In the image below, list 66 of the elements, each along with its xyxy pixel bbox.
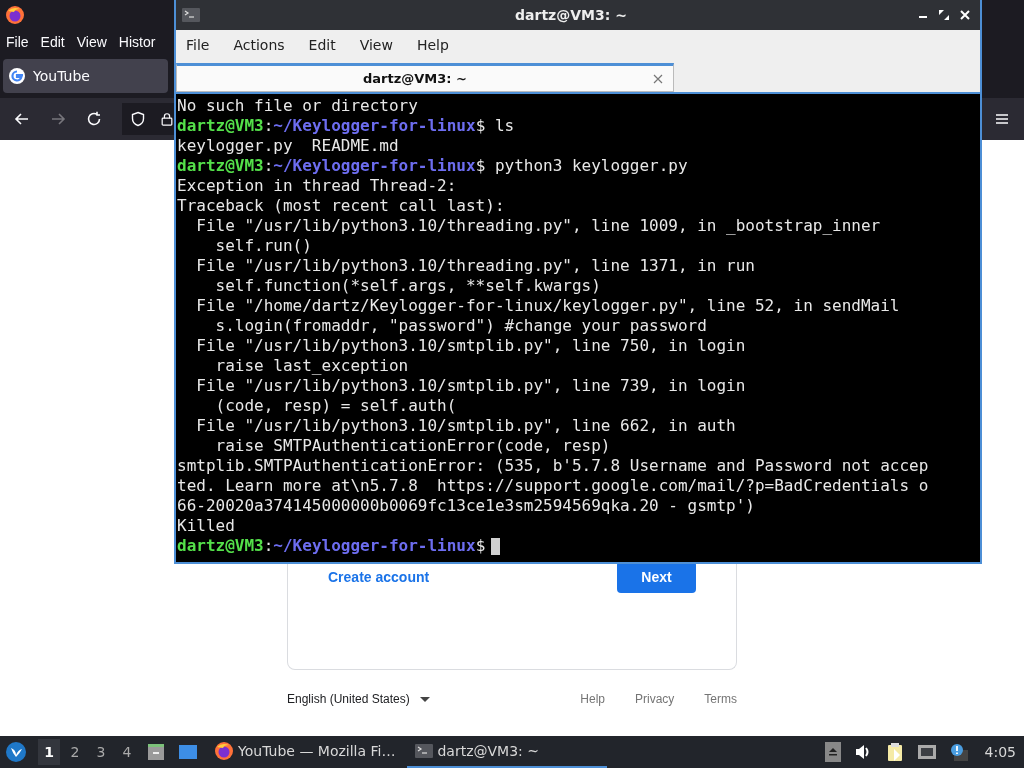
firefox-icon [214, 741, 234, 761]
menu-item[interactable]: Help [416, 37, 449, 53]
notification-icon[interactable] [948, 742, 969, 762]
forward-icon[interactable] [50, 111, 66, 127]
lock-icon [160, 111, 174, 127]
terminal-line: No such file or directory [177, 96, 418, 116]
terminal-prompt: dartz@VM3:~/Keylogger-for-linux$ [177, 536, 486, 556]
footer-link[interactable]: Terms [704, 692, 737, 706]
terminal-line: File "/usr/lib/python3.10/smtplib.py", line 739, in login [195, 376, 746, 396]
terminal-line: raise SMTPAuthenticationError(code, resp) [214, 436, 611, 456]
terminal-line: keylogger.py README.md [177, 136, 399, 156]
clock: 4:05 [984, 744, 1016, 760]
menu-item[interactable]: View [76, 34, 107, 50]
language-dropdown[interactable]: English (United States) [287, 692, 430, 706]
terminal-line: File "/usr/lib/python3.10/smtplib.py", line 662, in auth [195, 416, 736, 436]
terminal-line: Traceback (most recent call last): [177, 196, 505, 216]
workspace-button[interactable]: 2 [64, 739, 86, 765]
file-cabinet-icon[interactable] [146, 742, 166, 762]
terminal-tab[interactable]: dartz@VM3: ~ [176, 63, 674, 92]
menu-item[interactable]: Edit [308, 37, 336, 53]
terminal-line: Exception in thread Thread-2: [177, 176, 457, 196]
terminal-line: self.function(*self.args, **self.kwargs) [214, 276, 601, 296]
menu-icon[interactable] [994, 111, 1010, 127]
workspace-button[interactable]: 4 [116, 739, 138, 765]
shield-icon[interactable] [130, 111, 146, 127]
terminal-line: (code, resp) = self.auth( [214, 396, 457, 416]
menu-item[interactable]: Histor [118, 34, 156, 50]
workspace-button[interactable]: 1 [38, 739, 60, 765]
terminal-prompt: dartz@VM3:~/Keylogger-for-linux$ python3 keylogger.py [177, 156, 688, 176]
menu-item[interactable]: File [6, 34, 29, 50]
window-title: dartz@VM3: ~ [514, 7, 628, 23]
terminal-line: Killed [177, 516, 235, 536]
menu-item[interactable]: Edit [40, 34, 65, 50]
terminal-icon [182, 8, 200, 22]
footer-link[interactable]: Privacy [635, 692, 675, 706]
terminal-icon [415, 744, 434, 758]
window-icon[interactable] [178, 742, 198, 762]
terminal-line: self.run() [214, 236, 312, 256]
menu-item[interactable]: View [359, 37, 393, 53]
start-menu-icon[interactable] [6, 742, 26, 762]
maximize-icon[interactable] [939, 10, 949, 20]
terminal-line: 66-20020a374145000000b0069fc13ce1e3sm2594569qka.20 - gsmtp') [177, 496, 755, 516]
caret-icon [419, 696, 430, 702]
terminal-line: File "/usr/lib/python3.10/threading.py", line 1009, in _bootstrap_inner [195, 216, 881, 236]
terminal-line: raise last_exception [214, 356, 409, 376]
eject-icon[interactable] [824, 742, 841, 762]
menu-item[interactable]: File [186, 37, 210, 53]
create-account-link[interactable]: Create account [328, 569, 430, 585]
browser-tab[interactable]: YouTube [3, 59, 168, 93]
workspace-button[interactable]: 3 [90, 739, 112, 765]
terminal-prompt: dartz@VM3:~/Keylogger-for-linux$ ls [177, 116, 515, 136]
terminal-line: smtplib.SMTPAuthenticationError: (535, b'5.7.8 Username and Password not accep [177, 456, 929, 476]
firefox-icon[interactable] [5, 5, 25, 25]
terminal-line: s.login(fromaddr, "password") #change your password [214, 316, 707, 336]
terminal-line: File "/home/dartz/Keylogger-for-linux/keylogger.py", line 52, in sendMail [195, 296, 900, 316]
back-icon[interactable] [14, 111, 30, 127]
menu-item[interactable]: Actions [233, 37, 285, 53]
taskbar-task[interactable]: dartz@VM3: ~ [407, 736, 608, 768]
reload-icon[interactable] [86, 111, 102, 127]
terminal-line: ted. Learn more at\n5.7.8 https://support.google.com/mail/?p=BadCredentials o [177, 476, 929, 496]
terminal-line: File "/usr/lib/python3.10/smtplib.py", line 750, in login [195, 336, 746, 356]
footer-link[interactable]: Help [580, 692, 605, 706]
network-icon[interactable] [916, 744, 937, 760]
terminal-line: File "/usr/lib/python3.10/threading.py", line 1371, in run [195, 256, 755, 276]
google-icon [9, 68, 25, 84]
taskbar-task[interactable]: YouTube — Mozilla Fi… [206, 736, 404, 768]
